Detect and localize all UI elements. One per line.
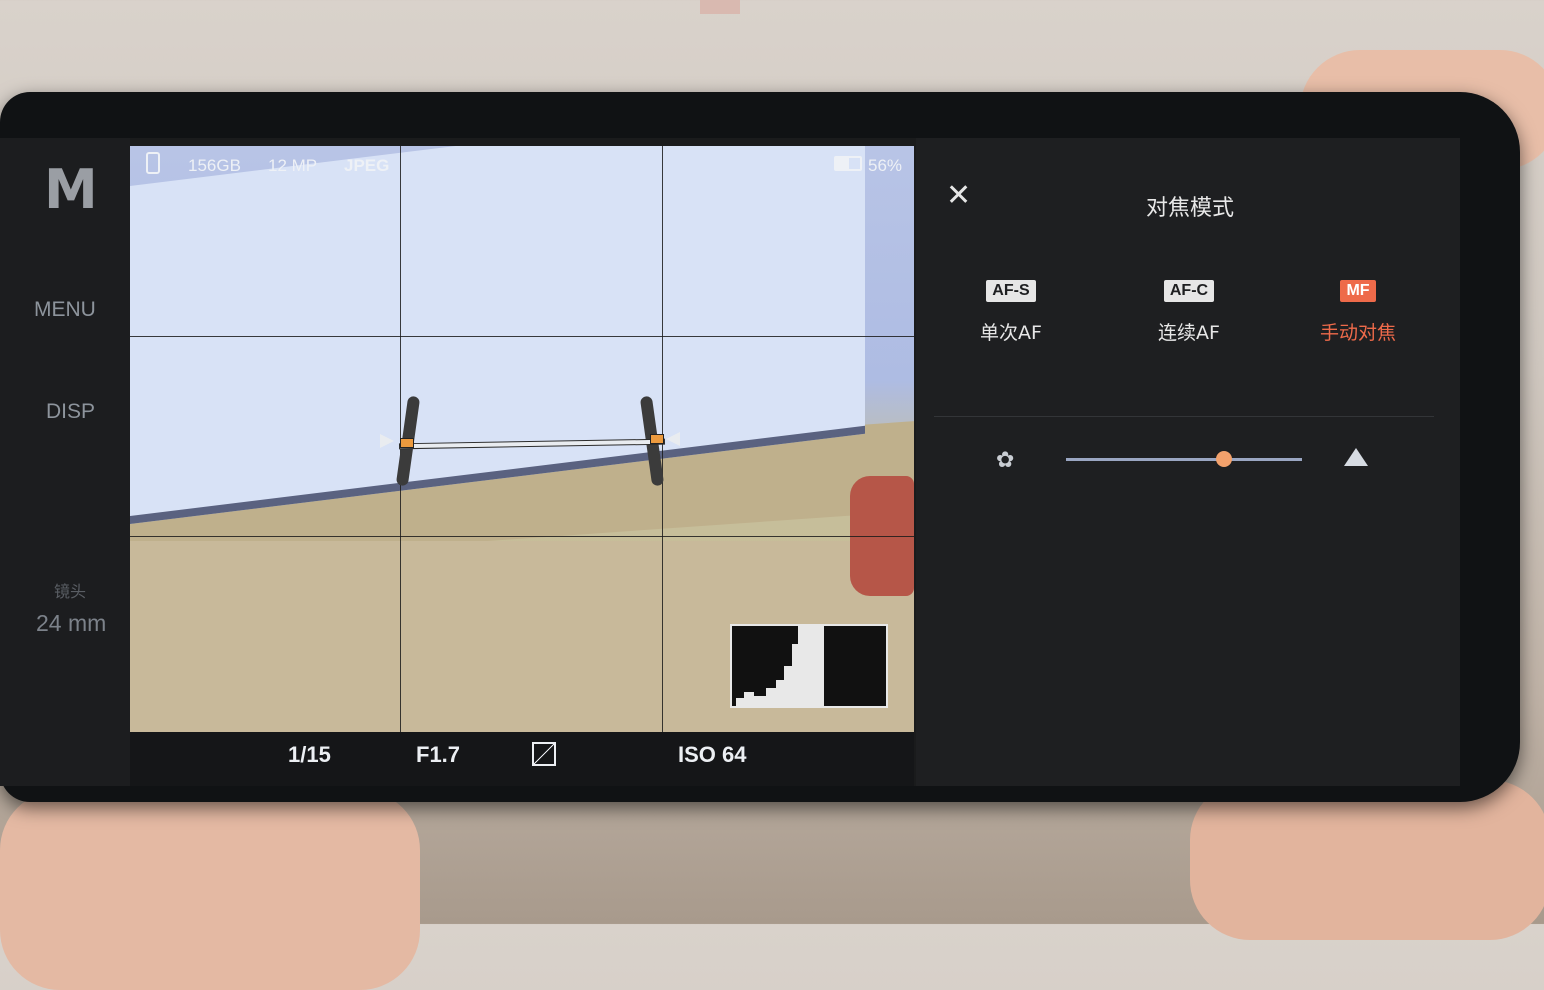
focus-option-af-c[interactable]: AF-C 连续AF <box>1158 280 1220 345</box>
viewfinder[interactable]: 156GB 12 MP JPEG 56% <box>130 146 914 732</box>
exposure-compensation-icon[interactable] <box>532 742 556 766</box>
af-s-badge: AF-S <box>986 280 1036 302</box>
image-size: 12 MP <box>268 156 318 175</box>
storage-remaining: 156GB <box>188 156 241 175</box>
left-hand <box>0 790 420 990</box>
mf-label: 手动对焦 <box>1320 322 1397 344</box>
shutter-speed[interactable]: 1/15 <box>288 742 331 768</box>
iso-value[interactable]: ISO 64 <box>678 742 746 768</box>
macro-flower-icon: ✿ <box>996 448 1015 473</box>
aperture-value[interactable]: F1.7 <box>416 742 460 768</box>
file-format: JPEG <box>344 156 390 175</box>
af-c-label: 连续AF <box>1158 322 1220 344</box>
panel-divider <box>934 416 1434 417</box>
disp-button[interactable]: DISP <box>46 400 95 424</box>
battery-percent: 56% <box>868 156 903 175</box>
level-marker-left <box>400 438 414 448</box>
close-icon[interactable]: ✕ <box>946 178 971 213</box>
lens-focal-length[interactable]: 24 mm <box>36 610 106 637</box>
wall-stripe <box>700 0 740 14</box>
camera-screen: M MENU DISP 镜头 24 mm 156GB 12 MP JPEG 56… <box>0 138 1460 786</box>
right-hand-lower <box>1190 780 1544 940</box>
lens-label: 镜头 <box>54 582 87 601</box>
af-s-label: 单次AF <box>980 322 1042 344</box>
focus-option-af-s[interactable]: AF-S 单次AF <box>980 280 1042 345</box>
focus-slider-thumb[interactable] <box>1216 451 1233 467</box>
menu-button[interactable]: MENU <box>34 298 96 322</box>
focus-mode-panel: ✕ 对焦模式 AF-S 单次AF AF-C 连续AF MF 手动对焦 ✿ <box>916 138 1460 786</box>
grid-line <box>130 336 914 337</box>
shooting-mode-indicator[interactable]: M <box>44 158 98 221</box>
storage-icon <box>146 152 160 174</box>
focus-option-mf[interactable]: MF 手动对焦 <box>1320 280 1396 345</box>
af-c-badge: AF-C <box>1163 280 1215 302</box>
mf-badge: MF <box>1340 280 1376 302</box>
battery-icon <box>834 156 862 171</box>
exposure-info-bar: 1/15 F1.7 ISO 64 <box>130 732 914 786</box>
left-control-panel: M MENU DISP 镜头 24 mm <box>0 138 130 786</box>
level-marker-right <box>650 434 664 444</box>
focus-distance-slider[interactable] <box>1066 458 1302 461</box>
mountain-icon <box>1344 448 1368 466</box>
grid-line <box>130 536 914 537</box>
panel-title: 对焦模式 <box>1146 196 1235 221</box>
histogram <box>730 624 888 708</box>
level-arrow-right <box>666 432 680 446</box>
level-arrow-left <box>380 434 394 448</box>
